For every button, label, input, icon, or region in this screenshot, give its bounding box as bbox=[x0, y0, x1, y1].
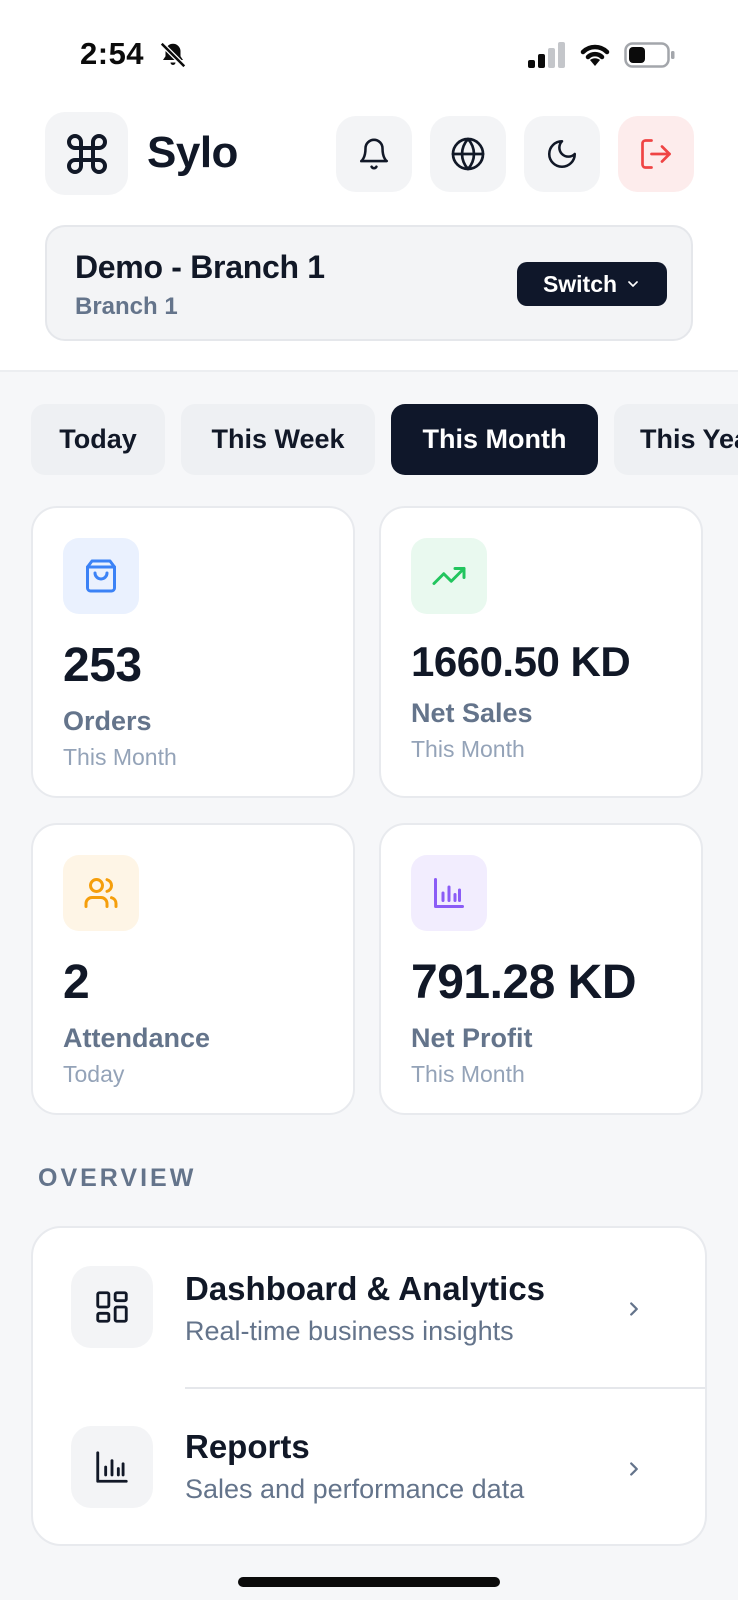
overview-item-dashboard[interactable]: Dashboard & Analytics Real-time business… bbox=[33, 1228, 705, 1389]
list-item-subtitle: Sales and performance data bbox=[185, 1474, 525, 1504]
overview-list: Dashboard & Analytics Real-time business… bbox=[31, 1226, 707, 1546]
branch-card: Demo - Branch 1 Branch 1 Switch bbox=[45, 225, 693, 341]
users-icon bbox=[84, 878, 118, 908]
stat-value: 2 bbox=[63, 956, 90, 1009]
overview-section-title: OVERVIEW bbox=[38, 1164, 197, 1192]
stat-card-orders[interactable]: 253 Orders This Month bbox=[31, 506, 355, 798]
wifi-icon bbox=[580, 44, 610, 66]
command-icon bbox=[66, 133, 107, 174]
tab-this-week[interactable]: This Week bbox=[181, 404, 375, 475]
overview-item-reports[interactable]: Reports Sales and performance data bbox=[33, 1388, 705, 1544]
stat-label: Attendance bbox=[63, 1023, 211, 1053]
moon-icon bbox=[547, 139, 577, 169]
globe-icon bbox=[451, 137, 485, 171]
list-icon-box bbox=[71, 1426, 153, 1508]
logout-button[interactable] bbox=[618, 116, 694, 192]
stat-label: Net Profit bbox=[411, 1023, 533, 1053]
cellular-signal-icon bbox=[528, 42, 565, 68]
dashboard-grid-icon bbox=[96, 1291, 128, 1323]
stat-value: 253 bbox=[63, 639, 142, 692]
stat-icon-box bbox=[63, 855, 139, 931]
app-brand-name: Sylo bbox=[147, 128, 238, 177]
stat-period: This Month bbox=[411, 736, 525, 762]
stat-period: This Month bbox=[63, 744, 177, 770]
bell-slash-icon bbox=[159, 41, 187, 69]
stat-value: 791.28 KD bbox=[411, 956, 636, 1009]
list-item-title: Reports bbox=[185, 1428, 310, 1465]
stat-period: Today bbox=[63, 1061, 125, 1087]
list-item-title: Dashboard & Analytics bbox=[185, 1270, 546, 1307]
stat-card-net-profit[interactable]: 791.28 KD Net Profit This Month bbox=[379, 823, 703, 1115]
logout-icon bbox=[641, 139, 671, 169]
branch-name: Demo - Branch 1 bbox=[75, 249, 325, 285]
list-icon-box bbox=[71, 1266, 153, 1348]
shopping-bag-icon bbox=[86, 559, 116, 593]
stat-value: 1660.50 KD bbox=[411, 638, 631, 685]
stat-label: Net Sales bbox=[411, 698, 533, 728]
chevron-right-icon bbox=[630, 1302, 638, 1316]
chevron-down-icon bbox=[628, 281, 638, 287]
tab-this-year[interactable]: This Year bbox=[614, 404, 738, 475]
stat-period: This Month bbox=[411, 1061, 525, 1087]
home-indicator[interactable] bbox=[238, 1577, 500, 1587]
theme-toggle-button[interactable] bbox=[524, 116, 600, 192]
tab-today[interactable]: Today bbox=[31, 404, 165, 475]
stat-card-attendance[interactable]: 2 Attendance Today bbox=[31, 823, 355, 1115]
branch-subtitle: Branch 1 bbox=[75, 293, 178, 320]
bell-icon bbox=[359, 138, 389, 170]
chevron-right-icon bbox=[630, 1462, 638, 1476]
stat-label: Orders bbox=[63, 706, 152, 736]
stat-icon-box bbox=[411, 855, 487, 931]
bar-chart-icon bbox=[434, 878, 464, 908]
trending-up-icon bbox=[432, 567, 466, 585]
app-logo bbox=[45, 112, 128, 195]
switch-label: Switch bbox=[542, 270, 618, 297]
list-item-subtitle: Real-time business insights bbox=[185, 1316, 514, 1346]
tab-this-month[interactable]: This Month bbox=[391, 404, 598, 475]
bar-chart-icon bbox=[96, 1451, 128, 1483]
top-header-area: 2:54 Sylo Demo - Branch 1 Branch 1 Switc… bbox=[0, 0, 738, 372]
language-button[interactable] bbox=[430, 116, 506, 192]
stat-icon-box bbox=[411, 538, 487, 614]
stat-card-net-sales[interactable]: 1660.50 KD Net Sales This Month bbox=[379, 506, 703, 798]
battery-icon bbox=[624, 42, 675, 68]
status-time: 2:54 bbox=[80, 36, 145, 71]
notifications-button[interactable] bbox=[336, 116, 412, 192]
switch-branch-button[interactable]: Switch bbox=[517, 262, 667, 306]
stat-icon-box bbox=[63, 538, 139, 614]
